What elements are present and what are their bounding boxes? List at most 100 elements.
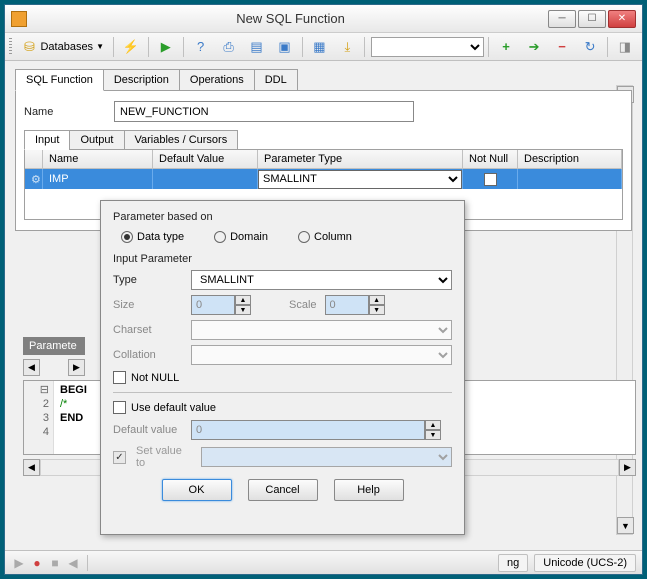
nav-record-icon[interactable]: ●: [29, 555, 45, 571]
cell-name[interactable]: IMP: [43, 169, 153, 189]
database-icon: ⛁: [21, 39, 37, 55]
window-title: New SQL Function: [33, 11, 548, 26]
notnull-checkbox[interactable]: [484, 173, 497, 186]
next-button[interactable]: ➔: [521, 36, 547, 58]
gear-icon: ⚙: [31, 173, 41, 186]
type-select[interactable]: SMALLINT: [191, 270, 452, 290]
tab-operations[interactable]: Operations: [179, 69, 255, 90]
scale-label: Scale: [289, 299, 317, 311]
charset-label: Charset: [113, 324, 183, 336]
cell-description[interactable]: [518, 169, 622, 189]
tab-sql-function[interactable]: SQL Function: [15, 69, 104, 91]
set-value-checkbox: [113, 451, 126, 464]
nav-prev-icon[interactable]: ◀: [65, 555, 81, 571]
scroll-left-icon[interactable]: ◀: [23, 459, 40, 476]
spinner-up-icon[interactable]: ▲: [235, 295, 251, 305]
toolbar-grip[interactable]: [9, 38, 12, 56]
cell-default[interactable]: [153, 169, 258, 189]
use-default-checkbox[interactable]: Use default value: [113, 401, 452, 414]
size-label: Size: [113, 299, 183, 311]
document-icon: ▤: [249, 39, 265, 55]
subtab-output[interactable]: Output: [69, 130, 124, 150]
radio-icon: [121, 231, 133, 243]
remove-button[interactable]: −: [549, 36, 575, 58]
refresh-button[interactable]: ↻: [577, 36, 603, 58]
scroll-right-icon[interactable]: ▶: [68, 359, 85, 376]
toolbar-combo[interactable]: [371, 37, 484, 57]
checkbox-icon: [113, 401, 126, 414]
col-description[interactable]: Description: [518, 150, 622, 168]
main-toolbar: ⛁ Databases ▼ ⚡ ▶ ? ⎙ ▤ ▣ ▦ ⤓ + ➔ − ↻ ◨: [5, 33, 642, 61]
refresh-icon: ↻: [582, 39, 598, 55]
cancel-button[interactable]: Cancel: [248, 479, 318, 501]
spinner-down-icon: ▼: [425, 430, 441, 440]
parameter-popup: Parameter based on Data type Domain Colu…: [100, 200, 465, 535]
subtab-variables[interactable]: Variables / Cursors: [124, 130, 239, 150]
print-icon: ⎙: [221, 39, 237, 55]
default-value-spinner: ▲▼: [191, 420, 441, 440]
scroll-down-icon[interactable]: ▼: [617, 517, 634, 534]
subtab-input[interactable]: Input: [24, 130, 70, 150]
cell-notnull[interactable]: [463, 169, 518, 189]
spinner-down-icon[interactable]: ▼: [369, 305, 385, 315]
spinner-up-icon: ▲: [425, 420, 441, 430]
parameters-header: Paramete: [23, 337, 85, 355]
spinner-up-icon[interactable]: ▲: [369, 295, 385, 305]
arrow-right-icon: ➔: [526, 39, 542, 55]
scroll-left-icon[interactable]: ◀: [23, 359, 40, 376]
doc-button[interactable]: ▤: [244, 36, 270, 58]
compile-button[interactable]: ⚡: [118, 36, 144, 58]
window-button[interactable]: ▣: [272, 36, 298, 58]
ok-button[interactable]: OK: [162, 479, 232, 501]
add-button[interactable]: +: [493, 36, 519, 58]
spinner-down-icon[interactable]: ▼: [235, 305, 251, 315]
col-notnull[interactable]: Not Null: [463, 150, 518, 168]
set-value-label: Set value to: [136, 445, 193, 469]
name-label: Name: [24, 106, 104, 118]
collation-select: [191, 345, 452, 365]
export-button[interactable]: ⤓: [334, 36, 360, 58]
databases-dropdown[interactable]: ⛁ Databases ▼: [16, 36, 109, 58]
play-icon: ▶: [158, 39, 174, 55]
databases-label: Databases: [40, 41, 93, 53]
code-editor[interactable]: BEGI /* END: [54, 381, 93, 454]
radio-column[interactable]: Column: [298, 231, 352, 243]
tab-description[interactable]: Description: [103, 69, 180, 90]
status-item-1: ng: [498, 554, 528, 572]
type-select[interactable]: SMALLINT: [258, 170, 462, 189]
tab-ddl[interactable]: DDL: [254, 69, 298, 90]
help-icon: ?: [193, 39, 209, 55]
nav-stop-icon[interactable]: ■: [47, 555, 63, 571]
notnull-checkbox-item[interactable]: Not NULL: [113, 371, 452, 384]
col-default[interactable]: Default Value: [153, 150, 258, 168]
help-button[interactable]: Help: [334, 479, 404, 501]
status-encoding: Unicode (UCS-2): [534, 554, 636, 572]
col-name[interactable]: Name: [43, 150, 153, 168]
table-row[interactable]: ⚙ IMP SMALLINT: [25, 169, 622, 189]
scroll-right-icon[interactable]: ▶: [619, 459, 636, 476]
maximize-button[interactable]: ☐: [578, 10, 606, 28]
save-button[interactable]: ▦: [306, 36, 332, 58]
scale-spinner[interactable]: ▲▼: [325, 295, 385, 315]
col-type[interactable]: Parameter Type: [258, 150, 463, 168]
nav-first-icon[interactable]: ▶: [11, 555, 27, 571]
filter-button[interactable]: ◨: [612, 36, 638, 58]
radio-domain[interactable]: Domain: [214, 231, 268, 243]
checkbox-icon: [113, 371, 126, 384]
minimize-button[interactable]: ─: [548, 10, 576, 28]
minus-icon: −: [554, 39, 570, 55]
run-button[interactable]: ▶: [153, 36, 179, 58]
export-icon: ⤓: [339, 39, 355, 55]
help-button[interactable]: ?: [188, 36, 214, 58]
cell-type[interactable]: SMALLINT: [258, 169, 463, 189]
size-spinner[interactable]: ▲▼: [191, 295, 251, 315]
close-button[interactable]: ✕: [608, 10, 636, 28]
plus-icon: +: [498, 39, 514, 55]
name-input[interactable]: [114, 101, 414, 122]
statusbar: ▶ ● ■ ◀ ng Unicode (UCS-2): [5, 550, 642, 574]
input-param-label: Input Parameter: [113, 253, 452, 265]
print-button[interactable]: ⎙: [216, 36, 242, 58]
type-label: Type: [113, 274, 183, 286]
radio-datatype[interactable]: Data type: [121, 231, 184, 243]
charset-select: [191, 320, 452, 340]
